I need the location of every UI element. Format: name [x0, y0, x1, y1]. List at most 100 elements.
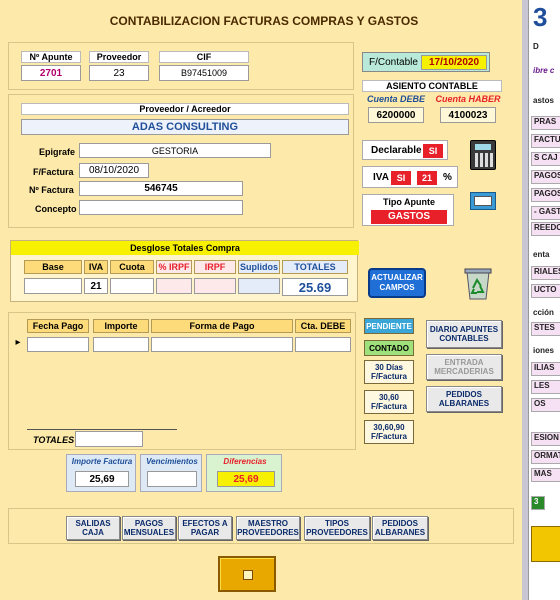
asiento-title: ASIENTO CONTABLE — [362, 80, 502, 92]
vencimientos-field[interactable] — [147, 471, 197, 487]
asiento-panel: ASIENTO CONTABLE Cuenta DEBE Cuenta HABE… — [362, 80, 502, 128]
pagos-panel: Fecha Pago Importe Forma de Pago Cta. DE… — [8, 312, 356, 450]
bg-item[interactable]: STES — [531, 322, 560, 336]
iva-value[interactable]: SI — [391, 171, 411, 185]
pagos-totales-label: TOTALES — [33, 435, 75, 445]
bg-item[interactable]: 3 — [531, 496, 545, 510]
tipo-value[interactable]: GASTOS — [371, 210, 447, 224]
declarable-value[interactable]: SI — [423, 144, 443, 158]
salidas-caja-button[interactable]: SALIDAS CAJA — [66, 516, 120, 540]
epigrafe-field[interactable]: GESTORIA — [79, 143, 271, 158]
30-dias-button[interactable]: 30 Días F/Factura — [364, 360, 414, 384]
pagos-importe-field[interactable] — [93, 337, 149, 352]
bg-item: ibre c — [531, 66, 560, 80]
apunte-field[interactable]: 2701 — [21, 65, 81, 81]
vencimientos-label: Vencimientos — [146, 457, 198, 466]
exit-icon — [243, 570, 253, 580]
bg-item[interactable]: cción — [531, 308, 560, 322]
desglose-total-field[interactable]: 25.69 — [282, 278, 348, 296]
bg-item[interactable]: LES — [531, 380, 560, 394]
tipos-proveedores-button[interactable]: TIPOS PROVEEDORES — [304, 516, 370, 540]
pagos-cta-field[interactable] — [295, 337, 351, 352]
diario-apuntes-button[interactable]: DIARIO APUNTES CONTABLES — [426, 320, 502, 348]
pendiente-button[interactable]: PENDIENTE — [364, 318, 414, 334]
desglose-header-irpf: IRPF — [194, 260, 236, 274]
bg-yellow-button[interactable] — [531, 526, 560, 562]
desglose-pct-irpf-field[interactable] — [156, 278, 192, 294]
pagos-totales-field[interactable] — [75, 431, 143, 447]
desglose-iva-field[interactable]: 21 — [84, 278, 108, 294]
efectos-pagar-button[interactable]: EFECTOS A PAGAR — [178, 516, 232, 540]
nfactura-field[interactable]: 546745 — [79, 181, 243, 196]
proveedor-name-field[interactable]: ADAS CONSULTING — [21, 119, 349, 135]
cif-field[interactable]: B97451009 — [159, 65, 249, 81]
30-60-button[interactable]: 30,60 F/Factura — [364, 390, 414, 414]
pagos-fecha-field[interactable] — [27, 337, 89, 352]
concepto-field[interactable] — [79, 200, 243, 215]
desglose-header-iva: IVA — [84, 260, 108, 274]
tipo-label: Tipo Apunte — [383, 197, 435, 207]
bg-item[interactable]: PAGOS — [531, 188, 560, 202]
contado-button[interactable]: CONTADO — [364, 340, 414, 356]
importe-factura-field[interactable]: 25,69 — [75, 471, 129, 487]
pct-sign: % — [443, 172, 452, 183]
importe-factura-group: Importe Factura 25,69 — [66, 454, 136, 492]
bg-item[interactable]: FACTU — [531, 134, 560, 148]
30-60-90-button[interactable]: 30,60,90 F/Factura — [364, 420, 414, 444]
card-icon[interactable] — [470, 192, 496, 210]
bg-item: D — [531, 42, 560, 56]
bg-item[interactable]: S CAJ — [531, 152, 560, 166]
desglose-header-totales: TOTALES — [282, 260, 348, 274]
fcontable-field[interactable]: 17/10/2020 — [421, 55, 487, 70]
pedidos-albaranes-side-button[interactable]: PEDIDOS ALBARANES — [426, 386, 502, 412]
diferencias-field[interactable]: 25,69 — [217, 471, 275, 487]
bg-item[interactable]: astos — [531, 96, 560, 110]
vencimientos-group: Vencimientos — [140, 454, 202, 492]
bg-item[interactable]: MAS — [531, 468, 560, 482]
importe-factura-label: Importe Factura — [71, 457, 133, 466]
entrada-mercaderias-button[interactable]: ENTRADA MERCADERIAS — [426, 354, 502, 380]
bg-item[interactable]: REEDO — [531, 222, 560, 236]
bg-item[interactable]: - GAST — [531, 206, 560, 220]
bg-item[interactable]: UCTO — [531, 284, 560, 298]
debe-field[interactable]: 6200000 — [368, 107, 424, 123]
pagos-header-cta: Cta. DEBE — [295, 319, 351, 333]
pagos-mensuales-button[interactable]: PAGOS MENSUALES — [122, 516, 176, 540]
bg-item[interactable]: ORMAT — [531, 450, 560, 464]
calculator-icon[interactable] — [470, 140, 496, 170]
header-panel: Nº Apunte 2701 Proveedor 23 CIF B9745100… — [8, 42, 354, 90]
bg-item[interactable]: iones — [531, 346, 560, 360]
desglose-base-field[interactable] — [24, 278, 82, 294]
proveedor-code-field[interactable]: 23 — [89, 65, 149, 81]
bg-item[interactable]: OS — [531, 398, 560, 412]
main-form: CONTABILIZACION FACTURAS COMPRAS Y GASTO… — [0, 0, 528, 600]
bg-item[interactable]: ILIAS — [531, 362, 560, 376]
iva-pct[interactable]: 21 — [417, 171, 437, 185]
background-digit: 3 — [533, 2, 548, 32]
record-selector-icon[interactable]: ▸ — [11, 337, 25, 351]
desglose-cuota-field[interactable] — [110, 278, 154, 294]
proveedor-code-label: Proveedor — [89, 51, 149, 63]
bg-item[interactable]: RIALES — [531, 266, 560, 280]
desglose-irpf-field[interactable] — [194, 278, 236, 294]
bg-item[interactable]: PAGOS — [531, 170, 560, 184]
declarable-group: Declarable SI — [362, 140, 448, 160]
tipo-group: Tipo Apunte GASTOS — [362, 194, 454, 226]
ffactura-field[interactable]: 08/10/2020 — [79, 163, 149, 178]
bg-item[interactable]: PRAS — [531, 116, 560, 130]
proveedor-section-label: Proveedor / Acreedor — [21, 103, 349, 115]
pagos-forma-field[interactable] — [151, 337, 293, 352]
desglose-header-suplidos: Suplidos — [238, 260, 280, 274]
exit-button[interactable] — [218, 556, 276, 592]
haber-field[interactable]: 4100023 — [440, 107, 496, 123]
bg-item[interactable]: enta — [531, 250, 560, 264]
ffactura-label: F/Factura — [33, 167, 74, 177]
maestro-proveedores-button[interactable]: MAESTRO PROVEEDORES — [236, 516, 300, 540]
bg-item[interactable]: ESION — [531, 432, 560, 446]
desglose-suplidos-field[interactable] — [238, 278, 280, 294]
pagos-header-fecha: Fecha Pago — [27, 319, 89, 333]
recycle-bin-icon[interactable] — [464, 266, 492, 300]
actualizar-campos-button[interactable]: ACTUALIZAR CAMPOS — [368, 268, 426, 298]
fcontable-label: F/Contable — [369, 57, 418, 68]
pedidos-albaranes-bottom-button[interactable]: PEDIDOS ALBARANES — [372, 516, 428, 540]
